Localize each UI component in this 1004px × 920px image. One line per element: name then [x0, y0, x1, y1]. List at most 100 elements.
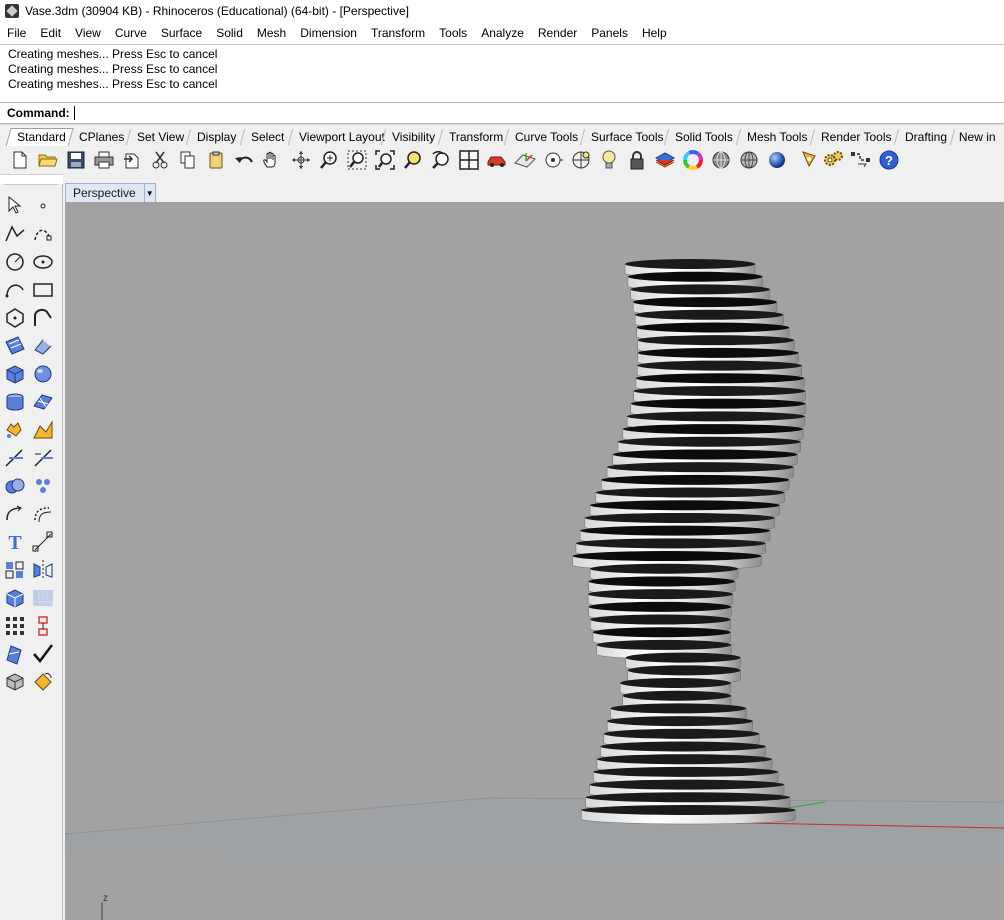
- dimension-linear-icon[interactable]: [31, 586, 55, 610]
- options-gear-icon[interactable]: [822, 150, 844, 170]
- open-folder-icon[interactable]: [37, 150, 59, 170]
- tab-solid-tools[interactable]: Solid Tools: [663, 129, 739, 145]
- boolean-split-icon[interactable]: [31, 418, 55, 442]
- select-arrow-icon[interactable]: [3, 194, 27, 218]
- tab-curve-tools[interactable]: Curve Tools: [503, 129, 585, 145]
- menu-panels[interactable]: Panels: [584, 26, 635, 40]
- object-snap-icon[interactable]: [542, 150, 564, 170]
- menu-surface[interactable]: Surface: [154, 26, 209, 40]
- rendered-sphere-icon[interactable]: [738, 150, 760, 170]
- freeform-curve-icon[interactable]: [31, 306, 55, 330]
- car-named-views-icon[interactable]: [486, 150, 508, 170]
- menu-view[interactable]: View: [68, 26, 108, 40]
- menu-mesh[interactable]: Mesh: [250, 26, 293, 40]
- arc-icon[interactable]: [3, 278, 27, 302]
- grasshopper-icon[interactable]: [850, 150, 872, 170]
- tab-select[interactable]: Select: [239, 129, 291, 145]
- boolean-union-icon[interactable]: [3, 474, 27, 498]
- menu-dimension[interactable]: Dimension: [293, 26, 364, 40]
- offset-curve-icon[interactable]: [31, 502, 55, 526]
- viewport-tab[interactable]: Perspective ▼: [65, 183, 156, 203]
- render-material-icon[interactable]: [3, 670, 27, 694]
- trim-icon[interactable]: [3, 446, 27, 470]
- tab-set-view[interactable]: Set View: [125, 129, 191, 145]
- box-solid-icon[interactable]: [3, 362, 27, 386]
- zoom-window-icon[interactable]: [346, 150, 368, 170]
- array-grid-icon[interactable]: [3, 614, 27, 638]
- command-history[interactable]: Creating meshes... Press Esc to cancel C…: [0, 44, 1004, 103]
- menu-tools[interactable]: Tools: [432, 26, 474, 40]
- light-bulb-icon[interactable]: [598, 150, 620, 170]
- chevron-down-icon[interactable]: ▼: [143, 184, 155, 202]
- tab-standard[interactable]: Standard: [5, 128, 74, 147]
- check-icon[interactable]: [31, 642, 55, 666]
- ellipse-icon[interactable]: [31, 250, 55, 274]
- analyze-icon[interactable]: [3, 642, 27, 666]
- tab-display[interactable]: Display: [185, 129, 243, 145]
- render-sphere-icon[interactable]: [710, 150, 732, 170]
- menu-edit[interactable]: Edit: [33, 26, 68, 40]
- pan-hand-icon[interactable]: [260, 150, 282, 170]
- copy-icon[interactable]: [177, 150, 199, 170]
- save-icon[interactable]: [65, 150, 87, 170]
- new-file-icon[interactable]: [9, 150, 31, 170]
- text-icon[interactable]: T: [3, 530, 27, 554]
- command-input[interactable]: [76, 106, 877, 120]
- menu-analyze[interactable]: Analyze: [474, 26, 531, 40]
- zoom-target-icon[interactable]: [570, 150, 592, 170]
- fillet-curve-icon[interactable]: [3, 502, 27, 526]
- undo-view-icon[interactable]: [430, 150, 452, 170]
- cylinder-icon[interactable]: [3, 390, 27, 414]
- rotate-view-icon[interactable]: [290, 150, 312, 170]
- menu-file[interactable]: File: [0, 26, 33, 40]
- menu-solid[interactable]: Solid: [209, 26, 250, 40]
- menu-transform[interactable]: Transform: [364, 26, 432, 40]
- array-points-icon[interactable]: [31, 474, 55, 498]
- history-icon[interactable]: [31, 614, 55, 638]
- tab-drafting[interactable]: Drafting: [893, 129, 954, 145]
- sphere-solid-icon[interactable]: [31, 362, 55, 386]
- tab-mesh-tools[interactable]: Mesh Tools: [735, 129, 814, 145]
- rectangle-icon[interactable]: [31, 278, 55, 302]
- curve-icon[interactable]: [31, 222, 55, 246]
- tab-visibility[interactable]: Visibility: [380, 129, 442, 145]
- tab-viewport-layout[interactable]: Viewport Layout: [287, 129, 391, 145]
- four-viewports-icon[interactable]: [458, 150, 480, 170]
- cut-icon[interactable]: [149, 150, 171, 170]
- surface-corner-icon[interactable]: [3, 334, 27, 358]
- mirror-icon[interactable]: [31, 558, 55, 582]
- block-icon[interactable]: [3, 586, 27, 610]
- zoom-selected-icon[interactable]: [402, 150, 424, 170]
- import-icon[interactable]: [121, 150, 143, 170]
- shaded-sphere-icon[interactable]: [766, 150, 788, 170]
- polygon-icon[interactable]: [3, 306, 27, 330]
- tab-cplanes[interactable]: CPlanes: [67, 129, 131, 145]
- polyline-icon[interactable]: [3, 222, 27, 246]
- tab-surface-tools[interactable]: Surface Tools: [579, 129, 670, 145]
- tab-render-tools[interactable]: Render Tools: [809, 129, 898, 145]
- group-icon[interactable]: [3, 558, 27, 582]
- point-icon[interactable]: [31, 194, 55, 218]
- menu-render[interactable]: Render: [531, 26, 584, 40]
- rendering-lamp-icon[interactable]: [798, 150, 820, 170]
- paste-icon[interactable]: [205, 150, 227, 170]
- zoom-extents-icon[interactable]: [374, 150, 396, 170]
- circle-icon[interactable]: [3, 250, 27, 274]
- layer-icon[interactable]: [654, 150, 676, 170]
- lock-icon[interactable]: [626, 150, 648, 170]
- menu-help[interactable]: Help: [635, 26, 674, 40]
- print-icon[interactable]: [93, 150, 115, 170]
- dimension-icon[interactable]: [31, 530, 55, 554]
- help-icon[interactable]: ?: [878, 150, 900, 170]
- cplane-icon[interactable]: [514, 150, 536, 170]
- menu-curve[interactable]: Curve: [108, 26, 154, 40]
- zoom-icon[interactable]: [318, 150, 340, 170]
- undo-icon[interactable]: [233, 150, 255, 170]
- split-icon[interactable]: [31, 446, 55, 470]
- flow-icon[interactable]: [31, 670, 55, 694]
- viewport-canvas[interactable]: z: [65, 202, 1004, 920]
- tab-transform[interactable]: Transform: [437, 129, 510, 145]
- color-wheel-icon[interactable]: [682, 150, 704, 170]
- tab-new-in-v[interactable]: New in V: [949, 129, 1004, 160]
- extrude-surface-icon[interactable]: [31, 334, 55, 358]
